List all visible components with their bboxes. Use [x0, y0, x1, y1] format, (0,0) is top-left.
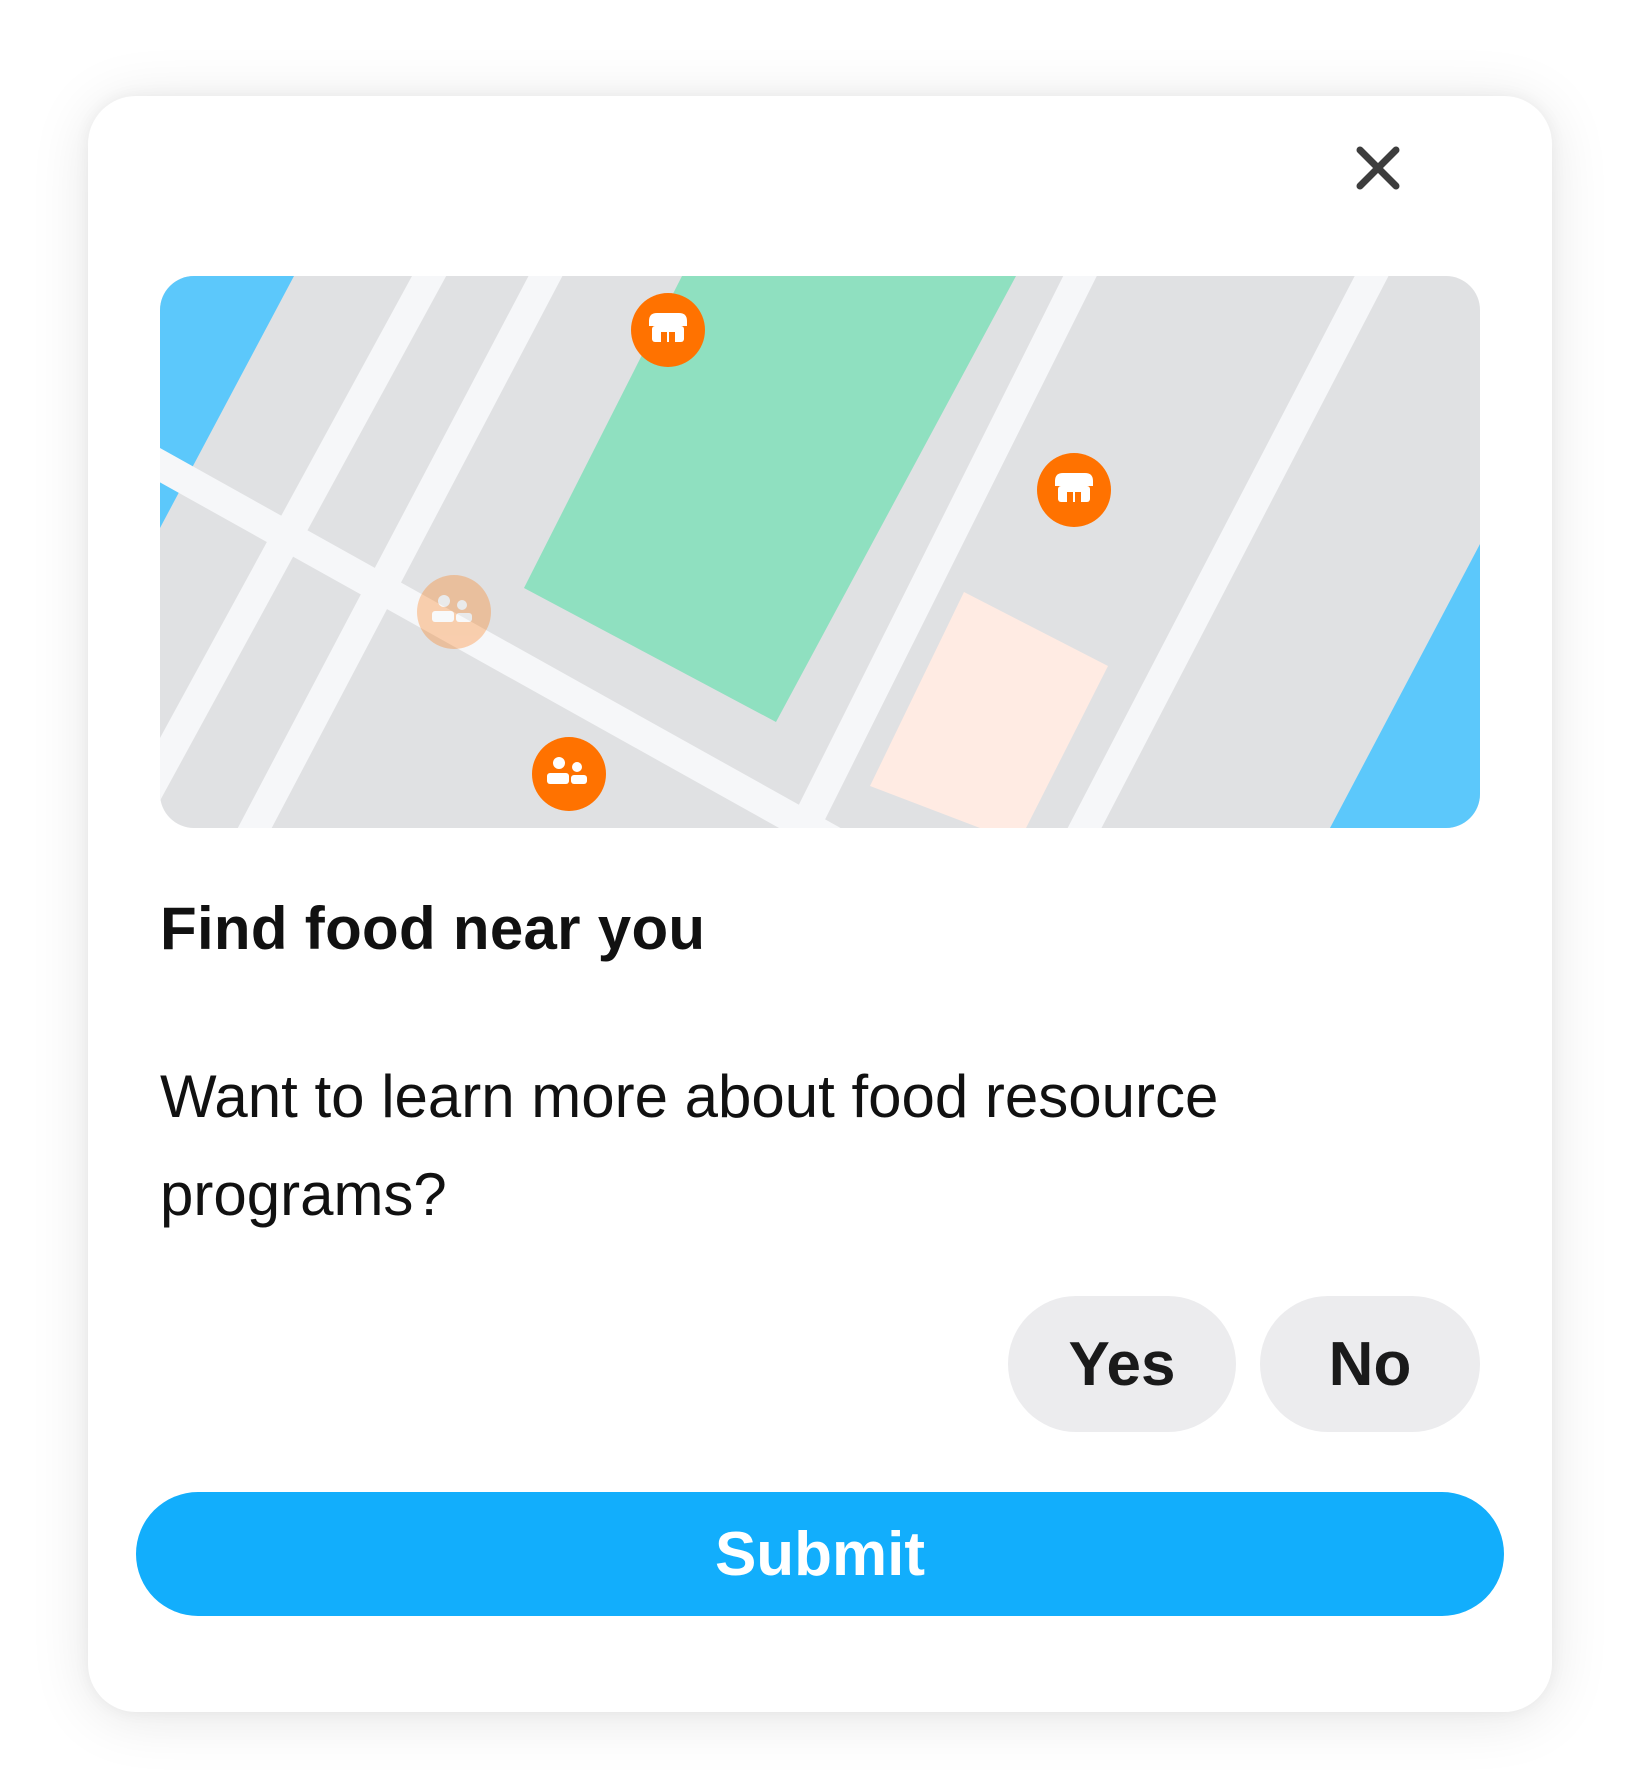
close-button[interactable]: [1330, 120, 1426, 216]
dialog-question: Want to learn more about food resource p…: [160, 1063, 1219, 1228]
no-button[interactable]: No: [1260, 1296, 1480, 1432]
map-marker-people-faded: [417, 575, 491, 649]
store-icon: [649, 313, 687, 342]
submit-button[interactable]: Submit: [136, 1492, 1504, 1616]
map-marker-store-1: [631, 293, 705, 367]
dialog-title: Find food near you: [160, 895, 706, 962]
map-svg: [160, 276, 1480, 828]
map-marker-store-2: [1037, 453, 1111, 527]
close-icon: [1356, 146, 1400, 190]
yes-button[interactable]: Yes: [1008, 1296, 1236, 1432]
store-icon: [1055, 473, 1093, 502]
map-illustration: [160, 276, 1480, 828]
map-marker-people: [532, 737, 606, 811]
